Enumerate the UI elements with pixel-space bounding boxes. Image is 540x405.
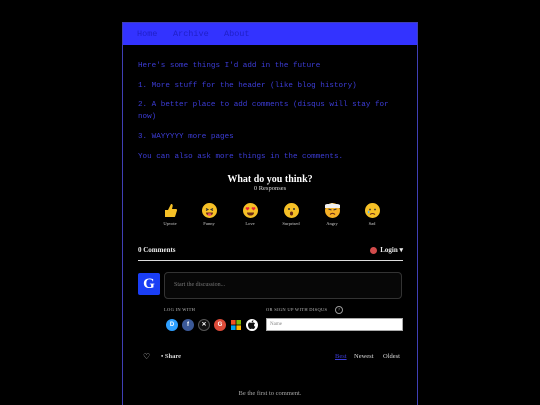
top-nav: Home Archive About xyxy=(123,23,417,45)
login-button[interactable]: Login ▾ xyxy=(370,246,403,254)
sign-up-label: OR SIGN UP WITH DISQUS xyxy=(266,307,328,312)
reaction-sad[interactable]: Sad xyxy=(358,203,386,226)
login-label: Login ▾ xyxy=(380,246,403,254)
facebook-icon[interactable]: f xyxy=(182,319,194,331)
post-line: 1. More stuff for the header (like blog … xyxy=(138,82,357,90)
share-button[interactable]: • Share xyxy=(161,353,181,360)
nav-archive-link[interactable]: Archive xyxy=(173,29,209,39)
reaction-funny[interactable]: Funny xyxy=(195,203,223,226)
tongue-face-icon xyxy=(201,203,217,218)
post-line: Here's some things I'd add in the future xyxy=(138,62,321,70)
sort-oldest[interactable]: Oldest xyxy=(383,353,400,360)
post-line: 2. A better place to add comments (disqu… xyxy=(138,101,389,121)
reaction-surprised[interactable]: Surprised xyxy=(277,203,305,226)
page-container: Home Archive About Here's some things I'… xyxy=(122,22,418,405)
reaction-label: Love xyxy=(245,221,255,226)
apple-icon[interactable] xyxy=(246,319,258,331)
google-icon[interactable]: G xyxy=(214,319,226,331)
post-line: You can also ask more things in the comm… xyxy=(138,153,344,161)
discussion-input[interactable]: Start the discussion... xyxy=(164,272,402,299)
heart-eyes-icon xyxy=(242,203,258,218)
comments-header: 0 Comments Login ▾ xyxy=(138,246,403,261)
sad-face-icon xyxy=(364,203,380,218)
help-icon[interactable]: ? xyxy=(335,306,343,314)
reaction-love[interactable]: Love xyxy=(236,203,264,226)
sort-best[interactable]: Best xyxy=(335,353,347,360)
microsoft-icon[interactable] xyxy=(230,319,242,331)
angry-face-icon xyxy=(324,203,340,218)
name-field[interactable]: Name xyxy=(266,318,403,331)
empty-comments-text: Be the first to comment. xyxy=(238,390,302,397)
reaction-upvote[interactable]: Upvote xyxy=(156,203,184,226)
surprised-face-icon xyxy=(283,203,299,218)
disqus-icon[interactable]: D xyxy=(166,319,178,331)
reactions-title: What do you think? xyxy=(227,174,313,185)
reaction-label: Sad xyxy=(368,221,376,226)
heart-icon[interactable]: ♡ xyxy=(143,352,150,361)
reaction-label: Angry xyxy=(326,221,338,226)
avatar: G xyxy=(138,273,160,295)
comments-count: 0 Comments xyxy=(138,246,176,254)
reaction-label: Surprised xyxy=(282,221,300,226)
responses-count: 0 Responses xyxy=(253,185,287,192)
log-in-with-label: LOG IN WITH xyxy=(164,307,196,312)
thumbs-up-icon xyxy=(163,203,178,218)
reaction-label: Upvote xyxy=(163,221,177,226)
post-line: 3. WAYYYYY more pages xyxy=(138,133,234,141)
reaction-angry[interactable]: Angry xyxy=(318,203,346,226)
x-icon[interactable]: ✕ xyxy=(198,319,210,331)
sort-newest[interactable]: Newest xyxy=(354,353,374,360)
nav-about-link[interactable]: About xyxy=(224,29,250,39)
nav-home-link[interactable]: Home xyxy=(137,29,157,39)
avatar-icon xyxy=(370,246,378,254)
reaction-label: Funny xyxy=(203,221,215,226)
